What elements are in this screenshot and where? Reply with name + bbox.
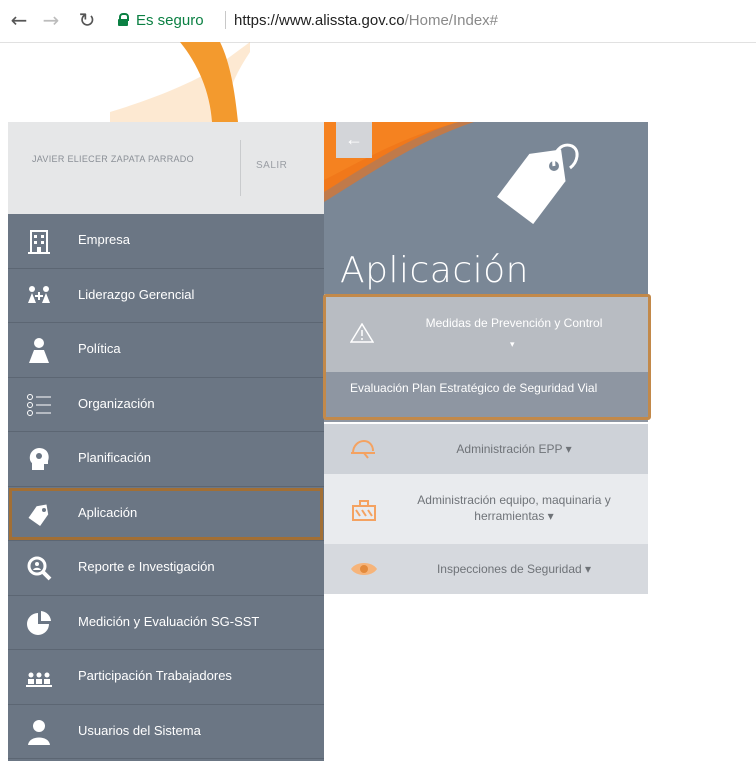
leadership-icon	[28, 285, 50, 303]
user-document-icon	[29, 338, 49, 363]
toolbox-icon	[352, 500, 376, 521]
url-text[interactable]: https://www.alissta.gov.co/Home/Index#	[234, 12, 498, 29]
submenu-label: Evaluación Plan Estratégico de Seguridad…	[350, 381, 598, 395]
logout-button[interactable]: SALIR	[256, 160, 287, 171]
submenu-label: Administración EPP ▾	[456, 442, 572, 456]
user-name: JAVIER ELIECER ZAPATA PARRADO	[32, 154, 194, 164]
sidebar-item-reporte[interactable]: Reporte e Investigación	[8, 541, 324, 596]
sidebar-item-participacion[interactable]: Participación Trabajadores	[8, 650, 324, 705]
submenu-medidas[interactable]: Medidas de Prevención y Control ▾	[324, 294, 648, 372]
head-gear-icon	[29, 448, 49, 470]
pie-chart-icon	[27, 610, 51, 635]
browser-toolbar: ← → ↻ Es seguro https://www.alissta.gov.…	[0, 0, 756, 43]
back-arrow-icon: ←	[345, 129, 363, 149]
warning-icon	[350, 323, 374, 343]
submenu-label: Medidas de Prevención y Control	[425, 316, 603, 330]
forward-arrow-icon[interactable]: →	[40, 9, 62, 31]
sidebar-item-medicion[interactable]: Medición y Evaluación SG-SST	[8, 596, 324, 650]
panel-title: Aplicación	[340, 250, 529, 291]
url-main: https://www.alissta.gov.co	[234, 12, 405, 29]
divider	[240, 140, 241, 196]
sidebar-item-label: Empresa	[78, 232, 131, 247]
sidebar-item-organizacion[interactable]: Organización	[8, 378, 324, 432]
secure-label: Es seguro	[136, 12, 204, 29]
submenu-equipo[interactable]: Administración equipo, maquinaria y herr…	[324, 474, 648, 544]
separator	[225, 11, 226, 29]
user-bar: JAVIER ELIECER ZAPATA PARRADO SALIR	[8, 122, 324, 214]
decorative-arc	[110, 42, 250, 122]
submenu-label: Inspecciones de Seguridad ▾	[436, 562, 592, 576]
hardhat-icon	[351, 439, 375, 459]
panel-header: ← Aplicación	[324, 122, 648, 294]
eye-icon	[351, 563, 377, 575]
sidebar-item-label: Liderazgo Gerencial	[78, 286, 195, 302]
back-arrow-icon[interactable]: ←	[8, 9, 30, 31]
submenu-panel: ← Aplicación Medidas de Prevención y Con…	[323, 122, 651, 594]
user-icon	[28, 719, 50, 745]
sidebar-item-label: Aplicación	[78, 504, 138, 520]
building-icon	[28, 230, 50, 254]
chevron-down-icon: ▾	[510, 339, 515, 349]
sidebar-item-aplicacion[interactable]: Aplicación	[8, 487, 324, 541]
sidebar-item-planificacion[interactable]: Planificación	[8, 432, 324, 487]
sidebar-item-label: Usuarios del Sistema	[78, 722, 201, 738]
sidebar-item-liderazgo[interactable]: Liderazgo Gerencial	[8, 269, 324, 323]
tag-icon	[28, 504, 49, 526]
sidebar-item-label: Participación Trabajadores	[78, 668, 232, 683]
sidebar-item-label: Planificación	[78, 450, 151, 465]
tag-icon	[497, 143, 579, 224]
back-button[interactable]: ←	[336, 122, 372, 158]
sidebar-item-politica[interactable]: Política	[8, 323, 324, 378]
list-icon	[27, 393, 51, 416]
people-icon	[26, 672, 52, 687]
sidebar-item-label: Organización	[78, 395, 155, 411]
submenu-epp[interactable]: Administración EPP ▾	[324, 424, 648, 474]
submenu-evaluacion-pesv[interactable]: Evaluación Plan Estratégico de Seguridad…	[324, 372, 648, 422]
sidebar-menu: Empresa Liderazgo Gerencial Política Org…	[8, 214, 324, 759]
sidebar-item-label: Medición y Evaluación SG-SST	[78, 613, 260, 629]
url-path: /Home/Index#	[404, 12, 499, 29]
sidebar-item-usuarios[interactable]: Usuarios del Sistema	[8, 705, 324, 759]
sidebar-item-empresa[interactable]: Empresa	[8, 214, 324, 269]
lock-icon	[118, 13, 129, 26]
address-bar[interactable]: Es seguro https://www.alissta.gov.co/Hom…	[108, 8, 748, 34]
sidebar: JAVIER ELIECER ZAPATA PARRADO SALIR Empr…	[8, 122, 324, 761]
sidebar-item-label: Política	[78, 341, 121, 356]
magnifier-icon	[27, 556, 52, 581]
reload-icon[interactable]: ↻	[76, 9, 98, 31]
sidebar-item-label: Reporte e Investigación	[78, 559, 215, 574]
submenu-label: Administración equipo, maquinaria y herr…	[417, 493, 611, 523]
submenu-inspecciones[interactable]: Inspecciones de Seguridad ▾	[324, 544, 648, 594]
